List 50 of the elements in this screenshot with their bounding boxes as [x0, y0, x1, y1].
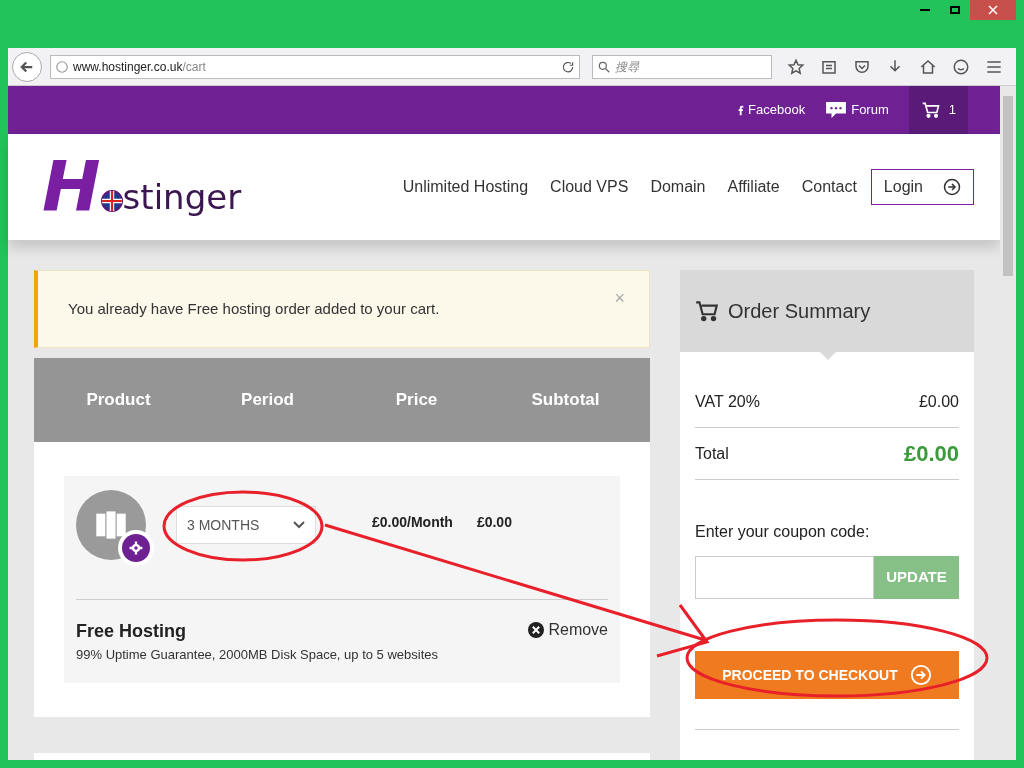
summary-value: £0.00	[903, 440, 959, 468]
home-icon	[918, 57, 937, 76]
search-icon	[597, 59, 611, 74]
url-text: www.hostinger.co.uk/cart	[73, 58, 206, 76]
reload-icon	[561, 59, 575, 74]
column-header: Product	[85, 389, 152, 412]
site-logo[interactable]: H stinger	[42, 152, 242, 222]
alert-message: You already have Free hosting order added to your cart.	[68, 298, 441, 319]
coupon-label: Enter your coupon code:	[695, 522, 871, 542]
close-circle-icon	[528, 622, 545, 638]
summary-label: VAT 20%	[695, 391, 760, 412]
flag-icon	[100, 190, 123, 212]
nav-link[interactable]: Domain	[650, 175, 706, 199]
arrow-circle-icon	[909, 664, 932, 686]
remove-button[interactable]: Remove	[528, 618, 608, 642]
scrollbar[interactable]	[1000, 86, 1016, 760]
login-button[interactable]: Login	[870, 169, 974, 205]
globe-icon	[55, 59, 69, 74]
product-name: Free Hosting	[76, 620, 187, 643]
column-header: Price	[394, 389, 439, 412]
nav-link[interactable]: Unlimited Hosting	[402, 175, 529, 199]
item-price: £0.00/Month	[372, 513, 453, 532]
column-header: Period	[240, 389, 295, 412]
cart-link[interactable]: 1	[908, 86, 968, 134]
nav-link[interactable]: Contact	[801, 175, 857, 199]
facebook-link[interactable]: Facebook	[738, 100, 806, 120]
forum-link[interactable]: Forum	[825, 100, 889, 120]
gear-icon	[118, 530, 154, 566]
search-input[interactable]: 搜尋	[615, 57, 767, 76]
cart-icon	[694, 298, 720, 324]
chevron-down-icon	[293, 521, 305, 529]
coupon-field[interactable]	[695, 556, 874, 599]
address-bar[interactable]: www.hostinger.co.uk/cart	[50, 54, 580, 79]
chat-icon	[825, 101, 848, 119]
search-box[interactable]: 搜尋	[592, 54, 772, 79]
back-button[interactable]	[12, 51, 42, 82]
arrow-circle-icon	[943, 178, 961, 196]
facebook-icon	[738, 103, 745, 117]
nav-link[interactable]: Cloud VPS	[550, 175, 629, 199]
column-header: Subtotal	[530, 389, 601, 412]
star-icon	[787, 57, 806, 76]
product-description: 99% Uptime Guarantee, 2000MB Disk Space, up to 5 websites	[76, 646, 439, 664]
summary-label: Total	[695, 443, 729, 464]
cart-icon	[920, 100, 941, 120]
nav-link[interactable]: Affiliate	[727, 175, 780, 199]
smiley-icon	[951, 57, 970, 76]
summary-value: £0.00	[918, 391, 959, 412]
item-subtotal: £0.00	[476, 513, 512, 532]
period-dropdown[interactable]: 3 MONTHS	[176, 506, 316, 544]
summary-title: Order Summary	[728, 299, 871, 324]
